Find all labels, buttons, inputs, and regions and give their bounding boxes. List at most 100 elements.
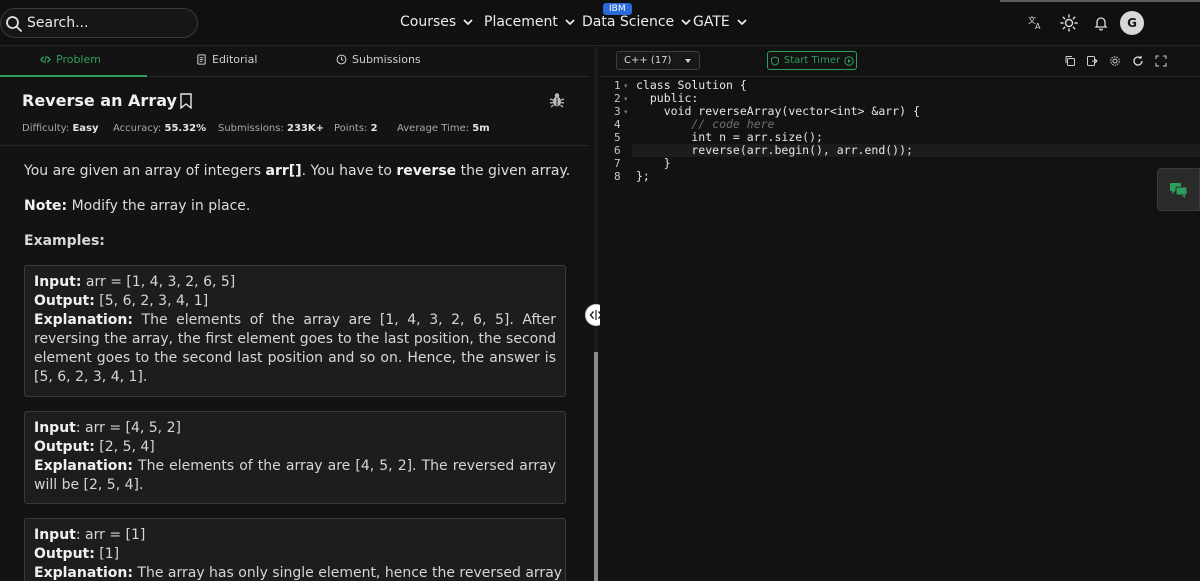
desc-suffix: the given array. [456,163,571,179]
meta-average-time-value: 5m [472,123,490,134]
meta-divider [0,145,590,146]
tab-editorial[interactable]: Editorial [196,53,257,66]
example-explanation: Explanation: The array has only single e… [34,564,565,581]
chevron-down-icon [681,19,691,26]
tab-submissions[interactable]: Submissions [336,53,421,66]
chat-bubbles-icon [1170,183,1188,198]
theme-sun-icon[interactable] [1059,13,1079,33]
start-timer-label: Start Timer [783,55,841,66]
meta-accuracy-label: Accuracy: [113,123,162,134]
explanation-value: The array has only single element, hence… [132,565,566,581]
meta-points-label: Points: [334,123,368,134]
settings-gear-icon[interactable] [1109,55,1121,67]
chat-button[interactable] [1157,168,1200,211]
code-icon [40,55,51,64]
active-tab-indicator [0,75,147,77]
meta-points: Points: 2 [334,123,378,134]
report-bug-icon[interactable] [548,91,566,109]
meta-average-time-label: Average Time: [397,123,470,134]
example-input: Input: arr = [4, 5, 2] [34,419,556,438]
nav-data-science[interactable]: Data Science [582,14,692,30]
nav-gate[interactable]: GATE [693,14,748,30]
example-explanation: Explanation: The elements of the array a… [34,311,556,387]
user-avatar[interactable]: G [1120,11,1144,35]
fold-arrow-icon[interactable]: ▾ [624,95,628,103]
clock-icon [336,54,347,65]
editor-pane: C++ (17) Start Timer 1 2 3 4 5 6 7 8 ▾ ▾… [600,47,1200,581]
input-value: : arr = [1] [75,527,146,543]
desc-arr: arr[] [265,163,302,179]
code-line: reverse(arr.begin(), arr.end()); [636,143,913,157]
bookmark-icon[interactable] [179,92,193,109]
search-icon [6,16,22,32]
note-label: Note: [24,198,68,214]
meta-submissions-value: 233K+ [286,123,324,134]
meta-difficulty-value: Easy [72,123,99,134]
chevron-down-icon [565,19,575,26]
export-file-icon[interactable] [1086,55,1098,67]
meta-points-value: 2 [370,123,378,134]
line-number: 1 [614,79,621,92]
line-number: 2 [614,92,621,105]
example-explanation: Explanation: The elements of the array a… [34,457,556,495]
start-timer-button[interactable]: Start Timer [767,51,857,70]
output-value: [2, 5, 4] [94,439,155,455]
line-number: 4 [614,118,621,131]
nav-placement[interactable]: Placement [484,14,576,30]
fold-arrow-icon[interactable]: ▾ [624,82,628,90]
play-circle-icon [844,55,854,66]
translate-icon[interactable]: 文 A [1025,13,1045,33]
problem-pane: Problem Editorial Submissions Reverse an… [0,47,590,581]
reset-refresh-icon[interactable] [1132,55,1144,67]
notification-bell-icon[interactable] [1091,13,1111,33]
copy-icon[interactable] [1064,55,1076,67]
svg-text:A: A [1035,22,1041,31]
problem-title-row: Reverse an Array [22,91,193,110]
line-number: 3 [614,105,621,118]
line-number: 6 [614,144,621,157]
line-number: 5 [614,131,621,144]
document-icon [197,54,206,65]
desc-reverse: reverse [396,163,457,179]
nav-data-science-label: Data Science [582,14,675,30]
meta-accuracy: Accuracy: 55.32% [113,123,206,134]
input-value: arr = [1, 4, 3, 2, 6, 5] [81,274,236,290]
nav-placement-label: Placement [484,14,558,30]
example-box-1: Input: arr = [1, 4, 3, 2, 6, 5] Output: … [24,265,566,397]
fold-arrow-icon[interactable]: ▾ [624,108,628,116]
fullscreen-icon[interactable] [1155,55,1167,67]
problem-note: Note: Modify the array in place. [24,198,250,214]
output-label: Output: [34,546,95,562]
code-line: void reverseArray(vector<int> &arr) { [636,104,920,118]
example-input: Input: arr = [1, 4, 3, 2, 6, 5] [34,273,556,292]
search-placeholder: Search... [27,15,89,31]
tab-problem-label: Problem [56,53,101,66]
chevron-down-icon [463,19,473,26]
tab-submissions-label: Submissions [352,53,421,66]
output-value: [5, 6, 2, 3, 4, 1] [94,293,209,309]
nav-courses[interactable]: Courses [400,14,474,30]
search-box[interactable]: Search... [0,8,198,38]
nav-gate-label: GATE [693,14,730,30]
line-number: 8 [614,170,621,183]
note-text: Modify the array in place. [67,198,251,214]
tab-editorial-label: Editorial [212,53,258,66]
example-output: Output: [1] [34,545,556,564]
meta-accuracy-value: 55.32% [164,123,207,134]
nav-courses-label: Courses [400,14,457,30]
code-line: // code here [636,117,775,131]
pane-scrollbar-thumb[interactable] [594,352,598,581]
code-line: int n = arr.size(); [636,130,823,144]
chevron-down-icon [737,19,747,26]
language-select[interactable]: C++ (17) [616,51,700,70]
language-select-value: C++ (17) [624,55,672,66]
meta-average-time: Average Time: 5m [397,123,490,134]
example-output: Output: [2, 5, 4] [34,438,556,457]
desc-prefix: You are given an array of integers [24,163,266,179]
editor-toolbar: C++ (17) Start Timer [600,47,1200,77]
explanation-label: Explanation: [34,312,133,328]
top-navigation-bar: Search... Courses Placement IBM Data Sci… [0,0,1200,46]
shield-icon [770,55,779,66]
examples-heading: Examples: [24,233,105,249]
tab-problem[interactable]: Problem [40,53,101,66]
